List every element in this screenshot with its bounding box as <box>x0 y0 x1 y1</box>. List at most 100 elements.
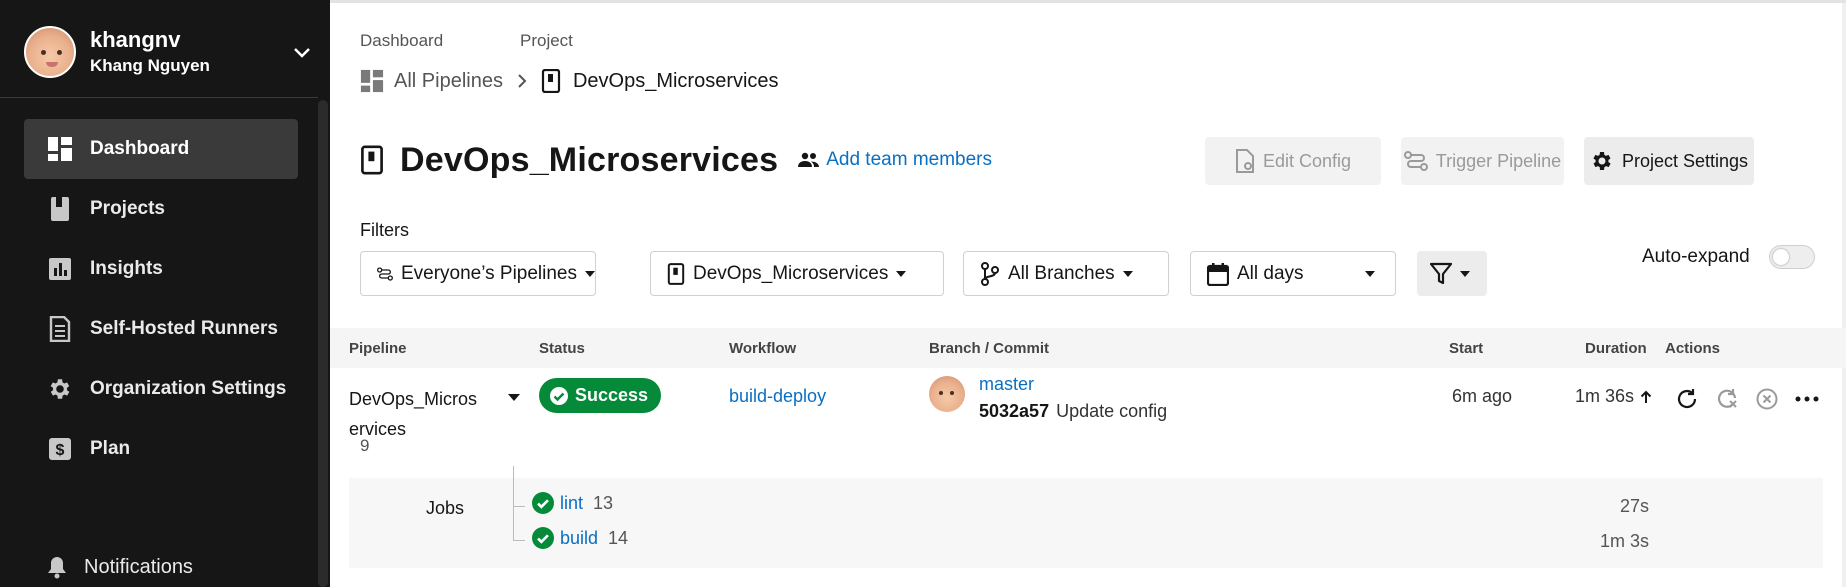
sidebar-item-label: Self-Hosted Runners <box>90 318 278 339</box>
days-filter-value: All days <box>1237 262 1304 284</box>
avatar <box>929 376 965 412</box>
main-content: Dashboard Project All Pipelines DevOps_M… <box>330 0 1846 587</box>
project-filter-value: DevOps_Microservices <box>693 262 889 284</box>
pipeline-icon <box>1403 151 1428 171</box>
gear-icon <box>1593 152 1611 170</box>
job-number: 13 <box>593 492 614 513</box>
sidebar-item-projects[interactable]: Projects <box>24 179 298 239</box>
bell-icon <box>48 557 66 579</box>
advanced-filter-button[interactable] <box>1417 251 1487 296</box>
filters-label: Filters <box>360 220 409 240</box>
expand-caret-icon[interactable] <box>508 394 520 401</box>
breadcrumb-project[interactable]: DevOps_Microservices <box>573 70 779 93</box>
divider <box>0 97 318 98</box>
rerun-failed-icon[interactable] <box>1710 384 1744 414</box>
auto-expand-label: Auto-expand <box>1642 246 1750 267</box>
job-duration: 1m 3s <box>1599 531 1649 551</box>
sidebar-item-dashboard[interactable]: Dashboard <box>24 119 298 179</box>
dollar-icon: $ <box>46 435 74 463</box>
column-header-workflow: Workflow <box>729 340 797 357</box>
book-icon <box>541 69 561 93</box>
cancel-icon[interactable] <box>1750 384 1784 414</box>
chevron-right-icon <box>518 74 527 88</box>
job-link[interactable]: lint <box>560 493 583 514</box>
sidebar-item-insights[interactable]: Insights <box>24 239 298 299</box>
branch-icon <box>981 261 999 286</box>
job-duration: 27s <box>1619 496 1649 516</box>
dashboard-icon <box>46 135 74 163</box>
auto-expand-toggle[interactable] <box>1769 245 1815 269</box>
duration-value: 1m 36s <box>1574 386 1634 406</box>
job-item: lint 13 <box>532 492 613 514</box>
arrow-up-icon <box>1640 390 1652 403</box>
svg-text:$: $ <box>56 442 65 459</box>
status-badge[interactable]: Success <box>539 378 661 413</box>
sidebar-item-label: Insights <box>90 258 163 279</box>
add-team-members-label: Add team members <box>826 149 993 170</box>
page-scrollbar[interactable] <box>1842 3 1846 587</box>
caret-down-icon <box>1460 270 1470 277</box>
column-header-start: Start <box>1449 340 1484 357</box>
column-header-status: Status <box>539 340 585 357</box>
sidebar-item-runners[interactable]: Self-Hosted Runners <box>24 299 298 359</box>
trigger-pipeline-button[interactable]: Trigger Pipeline <box>1401 137 1564 185</box>
commit-hash[interactable]: 5032a57 <box>979 401 1049 421</box>
workflow-link[interactable]: build-deploy <box>729 386 826 407</box>
table-header: Pipeline Status Workflow Branch / Commit… <box>330 328 1846 368</box>
book-icon <box>46 195 74 223</box>
sidebar-item-plan[interactable]: $ Plan <box>24 419 298 479</box>
caret-down-icon <box>585 270 595 277</box>
page-title: DevOps_Microservices <box>400 140 779 179</box>
tree-line <box>513 540 525 541</box>
tree-line <box>513 466 514 540</box>
status-label: Success <box>575 385 649 405</box>
table-row: DevOps_Micros ervices 9 Success build-de… <box>330 368 1846 468</box>
project-filter[interactable]: DevOps_Microservices <box>650 251 944 296</box>
pipeline-name[interactable]: DevOps_Micros ervices <box>349 384 478 444</box>
sidebar-scrollbar[interactable] <box>318 100 328 587</box>
edit-config-label: Edit Config <box>1262 150 1352 171</box>
days-filter[interactable]: All days <box>1190 251 1396 296</box>
column-header-actions: Actions <box>1665 340 1721 357</box>
chevron-down-icon[interactable] <box>290 40 314 64</box>
sidebar-item-organization-settings[interactable]: Organization Settings <box>24 359 298 419</box>
branch-link[interactable]: master <box>979 374 1034 395</box>
pipelines-filter[interactable]: Everyone’s Pipelines <box>360 251 596 296</box>
project-settings-button[interactable]: Project Settings <box>1584 137 1754 185</box>
job-item: build 14 <box>532 527 628 549</box>
sidebar-item-label: Plan <box>90 438 131 459</box>
runner-icon <box>46 315 74 343</box>
more-options-icon[interactable] <box>1790 384 1824 414</box>
check-circle-icon <box>532 527 554 549</box>
job-link[interactable]: build <box>560 528 598 549</box>
branches-filter[interactable]: All Branches <box>963 251 1169 296</box>
check-circle-icon <box>532 492 554 514</box>
sidebar-nav: Dashboard Projects Insights Self-Hosted … <box>24 119 298 479</box>
book-icon <box>667 262 685 285</box>
pipeline-name-line1: DevOps_Micros <box>349 389 478 409</box>
add-team-members-link[interactable]: Add team members <box>798 149 992 171</box>
column-header-branch-commit: Branch / Commit <box>929 340 1050 357</box>
rerun-icon[interactable] <box>1670 384 1704 414</box>
edit-config-button[interactable]: Edit Config <box>1205 137 1381 185</box>
column-header-pipeline: Pipeline <box>349 340 407 357</box>
job-number: 14 <box>608 527 629 548</box>
tree-line <box>513 506 525 507</box>
commit-message: Update config <box>1056 401 1168 421</box>
dashboard-icon <box>360 69 384 93</box>
sidebar: khangnv Khang Nguyen Dashboard Projects … <box>0 0 330 587</box>
pipeline-number: 9 <box>360 436 370 455</box>
breadcrumb: All Pipelines DevOps_Microservices <box>360 66 779 96</box>
top-border <box>330 0 1846 3</box>
avatar <box>24 26 76 78</box>
people-icon <box>798 152 820 167</box>
title-row: DevOps_Microservices Add team members <box>360 140 992 180</box>
sidebar-item-notifications[interactable]: Notifications <box>46 555 193 579</box>
calendar-icon <box>1207 262 1229 286</box>
user-menu[interactable]: khangnv Khang Nguyen <box>24 26 314 78</box>
sidebar-item-label: Projects <box>90 198 165 219</box>
breadcrumb-all-pipelines[interactable]: All Pipelines <box>394 70 503 93</box>
column-header-duration: Duration <box>1585 340 1647 357</box>
breadcrumb-label-dashboard: Dashboard <box>360 31 444 50</box>
user-handle: khangnv <box>90 27 181 52</box>
